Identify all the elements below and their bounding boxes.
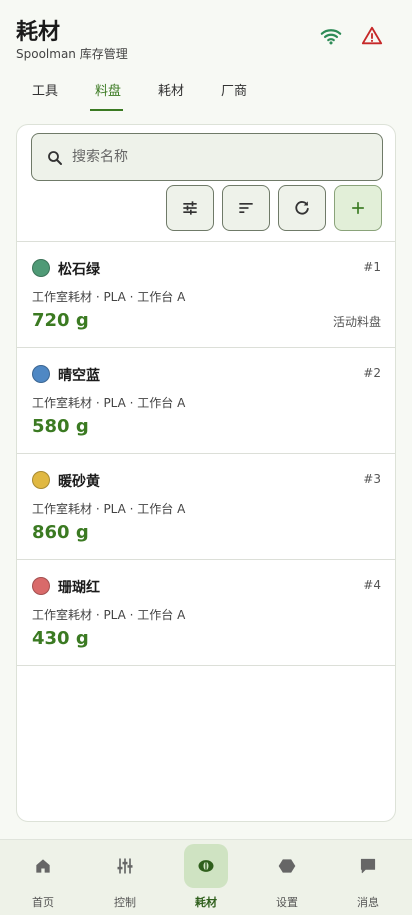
- app-header: 耗材 Spoolman 库存管理: [0, 0, 412, 70]
- nav-label: 耗材: [195, 896, 217, 909]
- spool-weight: 430 g: [32, 628, 89, 649]
- nav-label: 消息: [357, 896, 379, 909]
- spool-id: #3: [363, 472, 381, 486]
- tab-spools[interactable]: 料盘: [95, 80, 121, 110]
- divider: [17, 665, 395, 666]
- color-swatch: [32, 577, 50, 595]
- spool-name: 松石绿: [58, 262, 100, 278]
- filter-button[interactable]: [166, 185, 214, 231]
- spool-name: 暖砂黄: [58, 474, 100, 490]
- spool-weight: 720 g: [32, 310, 89, 331]
- spool-weight: 580 g: [32, 416, 89, 437]
- active-spool-badge: 活动料盘: [332, 315, 381, 329]
- spool-list-card: 松石绿 #1 工作室耗材 · PLA · 工作台 A 720 g 活动料盘 晴空…: [16, 124, 396, 822]
- page-subtitle: Spoolman 库存管理: [16, 47, 128, 61]
- nav-label: 首页: [32, 896, 54, 909]
- nav-messages[interactable]: 消息: [327, 840, 409, 915]
- spool-id: #4: [363, 578, 381, 592]
- sliders-icon: [117, 858, 133, 874]
- nav-settings[interactable]: 设置: [246, 840, 328, 915]
- nav-home[interactable]: 首页: [2, 840, 84, 915]
- search-icon: [48, 151, 62, 165]
- nav-label: 设置: [276, 896, 298, 909]
- refresh-icon: [295, 201, 309, 215]
- add-spool-button[interactable]: [334, 185, 382, 231]
- color-swatch: [32, 259, 50, 277]
- filter-icon: [183, 201, 197, 215]
- spool-id: #2: [363, 366, 381, 380]
- spool-list-item[interactable]: 松石绿 #1 工作室耗材 · PLA · 工作台 A 720 g 活动料盘: [17, 242, 395, 348]
- color-swatch: [32, 365, 50, 383]
- tab-filaments[interactable]: 耗材: [158, 80, 184, 110]
- spool-list-item[interactable]: 暖砂黄 #3 工作室耗材 · PLA · 工作台 A 860 g: [17, 454, 395, 560]
- spool-name: 珊瑚红: [58, 580, 100, 596]
- tab-tools[interactable]: 工具: [32, 80, 58, 110]
- chat-icon: [360, 858, 376, 874]
- page-title: 耗材: [16, 20, 61, 45]
- sort-button[interactable]: [222, 185, 270, 231]
- spool-list-item[interactable]: 晴空蓝 #2 工作室耗材 · PLA · 工作台 A 580 g: [17, 348, 395, 454]
- spool-id: #1: [363, 260, 381, 274]
- nav-control[interactable]: 控制: [84, 840, 166, 915]
- spool-icon: [198, 860, 214, 872]
- spool-meta: 工作室耗材 · PLA · 工作台 A: [32, 396, 186, 410]
- active-tab-indicator: [90, 109, 123, 111]
- spool-meta: 工作室耗材 · PLA · 工作台 A: [32, 608, 186, 622]
- wifi-icon[interactable]: [320, 25, 342, 47]
- nav-label: 控制: [114, 896, 136, 909]
- spool-meta: 工作室耗材 · PLA · 工作台 A: [32, 290, 186, 304]
- hexagon-icon: [278, 859, 296, 873]
- refresh-button[interactable]: [278, 185, 326, 231]
- search-box[interactable]: [31, 133, 383, 181]
- spool-weight: 860 g: [32, 522, 89, 543]
- bottom-navigation: 首页 控制 耗材 设置 消息: [0, 839, 412, 915]
- spool-meta: 工作室耗材 · PLA · 工作台 A: [32, 502, 186, 516]
- tab-bar: 工具 料盘 耗材 厂商: [0, 72, 412, 114]
- sort-icon: [239, 203, 253, 213]
- spool-list-item[interactable]: 珊瑚红 #4 工作室耗材 · PLA · 工作台 A 430 g: [17, 560, 395, 666]
- nav-filament[interactable]: 耗材: [165, 840, 247, 915]
- color-swatch: [32, 471, 50, 489]
- spool-name: 晴空蓝: [58, 368, 100, 384]
- search-input[interactable]: [72, 134, 372, 180]
- warning-icon[interactable]: [361, 25, 383, 47]
- tab-vendors[interactable]: 厂商: [221, 80, 247, 110]
- home-icon: [36, 859, 50, 873]
- add-icon: [352, 202, 364, 214]
